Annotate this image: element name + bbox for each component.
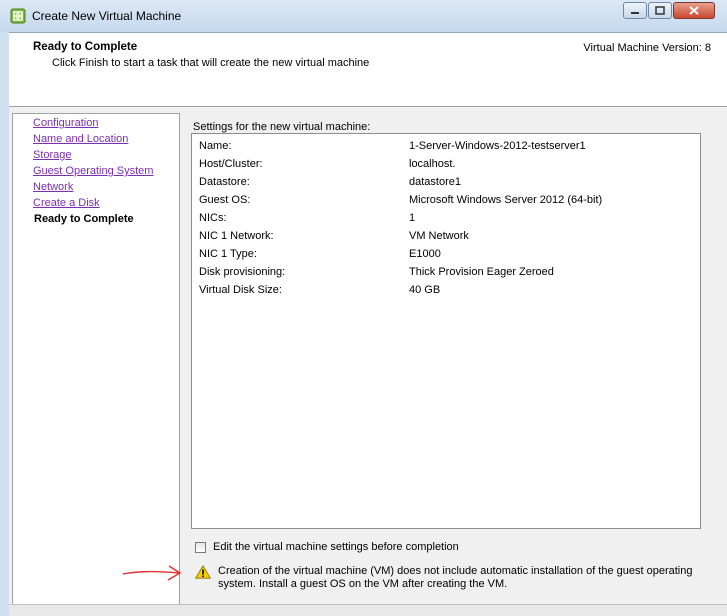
maximize-icon bbox=[655, 6, 665, 15]
vm-version-label: Virtual Machine Version: 8 bbox=[583, 42, 711, 54]
annotation-arrow-icon bbox=[122, 565, 182, 581]
page-title: Ready to Complete bbox=[33, 41, 138, 53]
edit-settings-checkbox[interactable] bbox=[195, 542, 206, 553]
summary-value: Thick Provision Eager Zeroed bbox=[409, 266, 554, 278]
summary-value: E1000 bbox=[409, 248, 441, 260]
warning-text: Creation of the virtual machine (VM) doe… bbox=[218, 565, 693, 590]
window-title: Create New Virtual Machine bbox=[32, 9, 182, 23]
nav-step-storage[interactable]: Storage bbox=[33, 149, 72, 161]
page-subtitle: Click Finish to start a task that will c… bbox=[52, 57, 370, 69]
nav-step-ready-to-complete: Ready to Complete bbox=[34, 213, 134, 225]
summary-key: Guest OS: bbox=[199, 194, 251, 206]
summary-key: Name: bbox=[199, 140, 232, 152]
summary-value: datastore1 bbox=[409, 176, 461, 188]
title-bar: Create New Virtual Machine bbox=[0, 0, 727, 32]
dialog-button-bar-edge bbox=[9, 604, 727, 616]
summary-key: Host/Cluster: bbox=[199, 158, 263, 170]
close-icon bbox=[689, 6, 699, 15]
summary-key: NIC 1 Type: bbox=[199, 248, 257, 260]
close-button[interactable] bbox=[673, 2, 715, 19]
summary-key: Virtual Disk Size: bbox=[199, 284, 282, 296]
summary-key: NIC 1 Network: bbox=[199, 230, 274, 242]
summary-value: 40 GB bbox=[409, 284, 441, 296]
maximize-button[interactable] bbox=[648, 2, 672, 19]
settings-summary-panel: Name: 1-Server-Windows-2012-testserver1 H… bbox=[191, 133, 701, 529]
summary-value: Microsoft Windows Server 2012 (64-bit) bbox=[409, 194, 603, 206]
minimize-button[interactable] bbox=[623, 2, 647, 19]
summary-value: 1-Server-Windows-2012-testserver1 bbox=[409, 140, 586, 152]
summary-key: Disk provisioning: bbox=[199, 266, 286, 278]
summary-value: VM Network bbox=[409, 230, 469, 242]
nav-step-configuration[interactable]: Configuration bbox=[33, 117, 98, 129]
edit-settings-checkbox-label[interactable]: Edit the virtual machine settings before… bbox=[213, 541, 459, 553]
vsphere-app-icon bbox=[10, 8, 26, 24]
settings-heading: Settings for the new virtual machine: bbox=[193, 121, 371, 133]
summary-key: NICs: bbox=[199, 212, 227, 224]
wizard-header: Ready to Complete Click Finish to start … bbox=[9, 33, 727, 107]
nav-step-guest-os[interactable]: Guest Operating System bbox=[33, 165, 153, 177]
minimize-icon bbox=[631, 11, 639, 14]
summary-value: localhost. bbox=[409, 158, 456, 170]
summary-value: 1 bbox=[409, 212, 416, 224]
warning-icon bbox=[195, 565, 211, 579]
nav-step-name-and-location[interactable]: Name and Location bbox=[33, 133, 128, 145]
summary-key: Datastore: bbox=[199, 176, 250, 188]
nav-step-create-disk[interactable]: Create a Disk bbox=[33, 197, 100, 209]
nav-step-network[interactable]: Network bbox=[33, 181, 73, 193]
wizard-steps-nav: Configuration Name and Location Storage … bbox=[12, 113, 180, 607]
dialog-body: Ready to Complete Click Finish to start … bbox=[9, 32, 727, 616]
